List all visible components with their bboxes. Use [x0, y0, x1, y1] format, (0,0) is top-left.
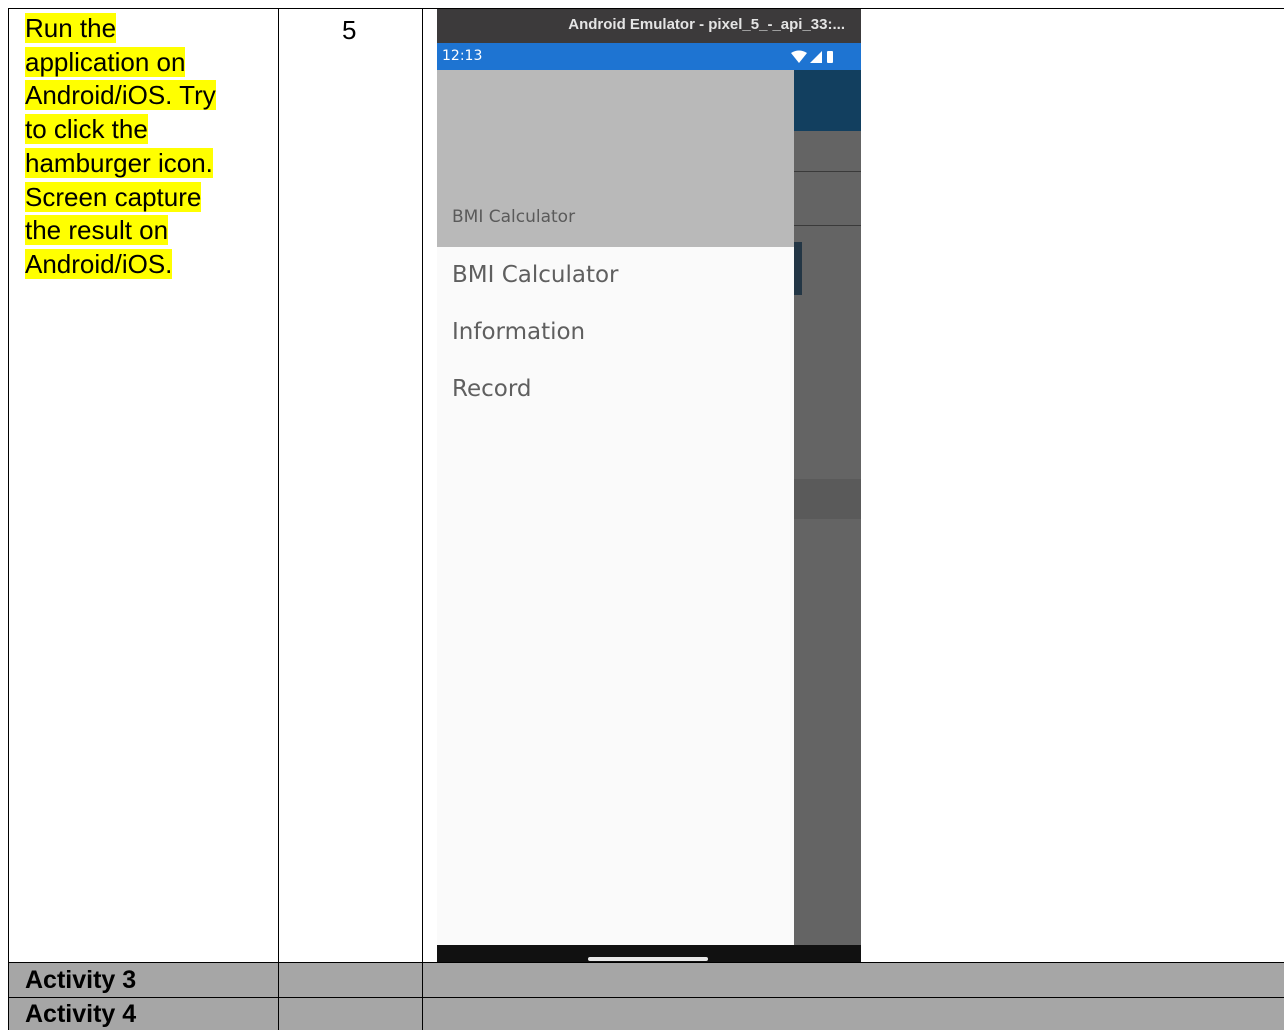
app-bar	[794, 70, 861, 131]
result-bar	[794, 479, 861, 519]
status-icons	[791, 50, 833, 63]
drawer-header-title: BMI Calculator	[452, 207, 576, 227]
drawer-item-information[interactable]: Information	[452, 319, 585, 345]
instruction-line: hamburger icon.	[25, 147, 213, 178]
signal-icon	[810, 51, 822, 63]
table-left-border	[8, 8, 9, 1030]
emulator-window-title: Android Emulator - pixel_5_-_api_33:...	[568, 16, 845, 33]
instruction-line: application on	[25, 46, 186, 77]
table-col-divider-1	[278, 8, 279, 1030]
input-underline	[794, 225, 861, 226]
drawer-item-bmi-calculator[interactable]: BMI Calculator	[452, 262, 619, 288]
emulator-titlebar: Android Emulator - pixel_5_-_api_33:...	[437, 9, 861, 43]
instruction-line: Android/iOS. Try	[25, 80, 216, 111]
activity-4-row	[9, 998, 1284, 1030]
android-status-bar: 12:13	[437, 43, 861, 70]
battery-icon	[827, 51, 833, 63]
drawer-item-record[interactable]: Record	[452, 376, 531, 402]
instruction-line: Screen capture	[25, 181, 202, 212]
instruction-line: to click the	[25, 114, 148, 145]
activity-4-label: Activity 4	[25, 1000, 137, 1028]
instruction-line: Android/iOS.	[25, 248, 173, 279]
status-time: 12:13	[442, 48, 483, 64]
table-col-divider-2	[422, 8, 423, 1030]
instruction-text: Run the application on Android/iOS. Try …	[25, 12, 216, 282]
drawer-header: BMI Calculator	[437, 70, 794, 247]
activity-3-label: Activity 3	[25, 966, 137, 994]
instruction-line: the result on	[25, 215, 169, 246]
table-row-divider-2	[8, 997, 1284, 998]
score-value: 5	[342, 15, 357, 45]
instruction-line: Run the	[25, 13, 117, 43]
emulator-screenshot: Android Emulator - pixel_5_-_api_33:... …	[437, 9, 861, 962]
activity-3-row	[9, 963, 1284, 997]
wifi-icon	[791, 50, 807, 63]
navigation-drawer: BMI Calculator BMI Calculator Informatio…	[437, 70, 794, 945]
table-row-divider-1	[8, 962, 1284, 963]
calculate-button-edge	[794, 242, 802, 295]
input-underline	[794, 171, 861, 172]
home-gesture-handle[interactable]	[588, 957, 708, 961]
